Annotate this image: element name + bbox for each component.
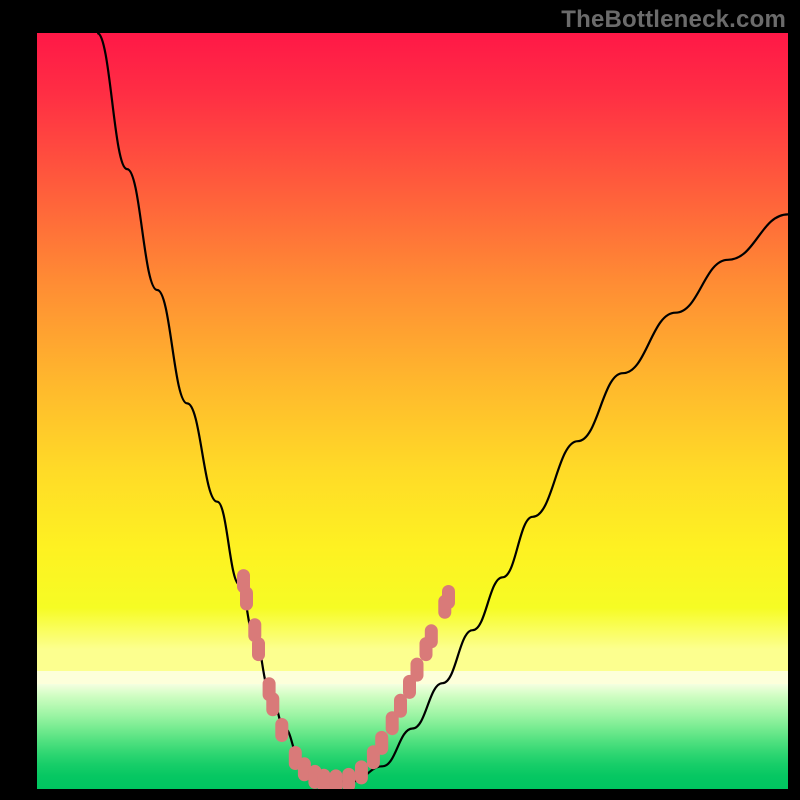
marker-dot — [275, 718, 288, 742]
marker-dot — [425, 624, 438, 648]
marker-dot — [442, 585, 455, 609]
marker-dot — [240, 587, 253, 611]
watermark-text: TheBottleneck.com — [561, 6, 786, 34]
marker-dot — [266, 692, 279, 716]
marker-dot — [355, 760, 368, 784]
marker-dot — [329, 769, 342, 789]
chart-svg — [37, 33, 788, 789]
marker-dot — [394, 694, 407, 718]
chart-frame: TheBottleneck.com — [0, 0, 800, 800]
marker-cluster — [237, 569, 455, 789]
bottleneck-curve — [97, 33, 788, 781]
marker-dot — [375, 731, 388, 755]
marker-dot — [317, 769, 330, 789]
plot-area — [37, 33, 788, 789]
marker-dot — [411, 658, 424, 682]
marker-dot — [342, 768, 355, 789]
marker-dot — [252, 637, 265, 661]
